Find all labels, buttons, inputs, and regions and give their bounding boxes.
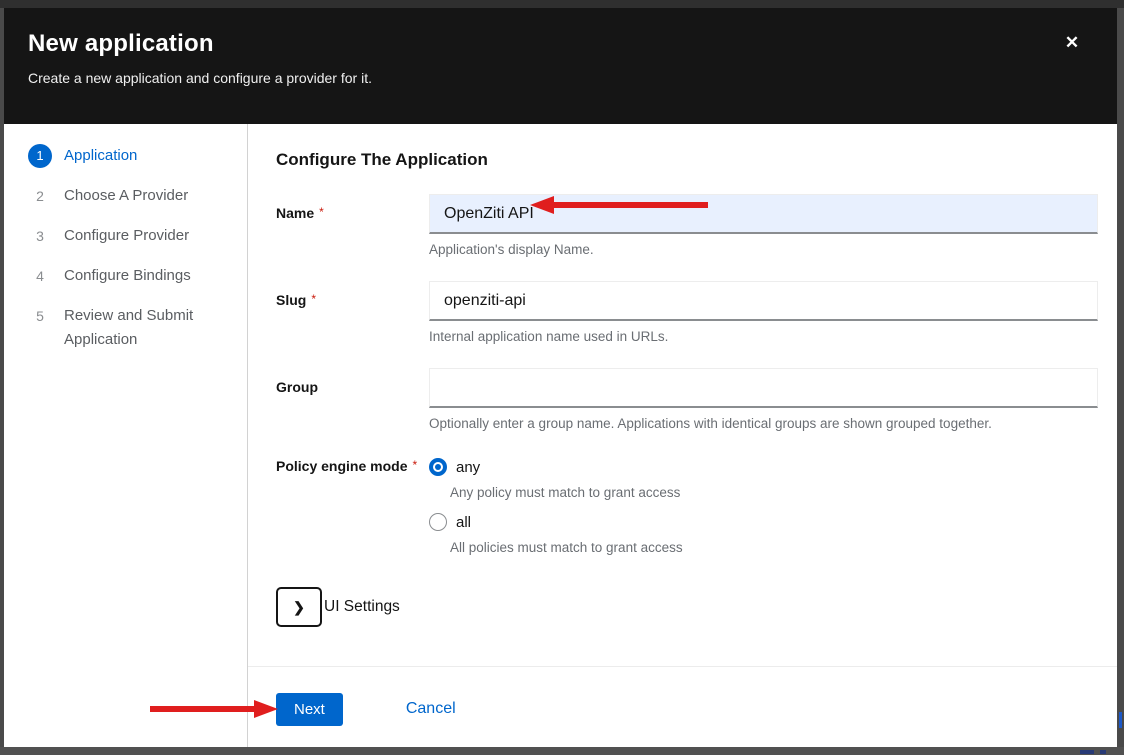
group-label: Group xyxy=(276,379,318,395)
wizard-step-choose-provider[interactable]: 2 Choose A Provider xyxy=(28,184,235,208)
modal-header: New application Create a new application… xyxy=(4,8,1117,124)
main-column: Configure The Application Name * Applicat… xyxy=(248,124,1117,747)
radio-selected-icon[interactable] xyxy=(429,458,447,476)
ui-settings-label: UI Settings xyxy=(324,598,400,616)
group-helper-text: Optionally enter a group name. Applicati… xyxy=(429,416,1098,431)
group-field[interactable] xyxy=(429,368,1098,408)
slug-field[interactable] xyxy=(429,281,1098,321)
policy-mode-any-radio[interactable]: any xyxy=(429,455,1098,479)
required-asterisk: * xyxy=(319,205,324,219)
backdrop-speck xyxy=(1080,750,1094,754)
slug-helper-text: Internal application name used in URLs. xyxy=(429,329,1098,344)
step-number: 5 xyxy=(28,304,52,328)
wizard-step-configure-bindings[interactable]: 4 Configure Bindings xyxy=(28,264,235,288)
wizard-step-content: Configure The Application Name * Applicat… xyxy=(248,124,1117,666)
cancel-button[interactable]: Cancel xyxy=(406,693,456,718)
step-label: Configure Provider xyxy=(64,224,189,248)
modal-title: New application xyxy=(28,30,1093,58)
ui-settings-section: ❯ UI Settings xyxy=(276,587,1098,627)
new-application-modal: New application Create a new application… xyxy=(4,8,1117,747)
wizard-step-configure-provider[interactable]: 3 Configure Provider xyxy=(28,224,235,248)
step-number: 3 xyxy=(28,224,52,248)
step-label: Review and Submit Application xyxy=(64,304,214,352)
backdrop-top-strip xyxy=(0,0,1124,8)
required-asterisk: * xyxy=(311,292,316,306)
step-number: 4 xyxy=(28,264,52,288)
modal-subtitle: Create a new application and configure a… xyxy=(28,70,1093,86)
form-group-group: Group Optionally enter a group name. App… xyxy=(276,368,1098,431)
backdrop-speck xyxy=(1100,750,1106,754)
chevron-right-icon[interactable]: ❯ xyxy=(276,587,322,627)
radio-all-label: all xyxy=(456,514,471,531)
close-icon[interactable]: ✕ xyxy=(1061,32,1083,54)
required-asterisk: * xyxy=(412,458,417,472)
wizard-step-application[interactable]: 1 Application xyxy=(28,144,235,168)
name-label: Name xyxy=(276,205,314,221)
form-group-name: Name * Application's display Name. xyxy=(276,194,1098,257)
step-label: Configure Bindings xyxy=(64,264,191,288)
name-field[interactable] xyxy=(429,194,1098,234)
policy-engine-mode-label: Policy engine mode xyxy=(276,458,407,474)
wizard-step-review-submit[interactable]: 5 Review and Submit Application xyxy=(28,304,235,352)
modal-footer: Next Cancel xyxy=(248,666,1117,747)
form-group-policy-engine-mode: Policy engine mode * any Any policy must … xyxy=(276,455,1098,565)
backdrop-right-sliver xyxy=(1119,712,1122,728)
step-label: Application xyxy=(64,144,137,168)
step-label: Choose A Provider xyxy=(64,184,188,208)
radio-all-helper-text: All policies must match to grant access xyxy=(450,540,1098,555)
wizard-step-nav: 1 Application 2 Choose A Provider 3 Conf… xyxy=(4,124,248,747)
slug-label: Slug xyxy=(276,292,306,308)
policy-mode-all-radio[interactable]: all xyxy=(429,510,1098,534)
step-number: 2 xyxy=(28,184,52,208)
radio-any-label: any xyxy=(456,459,480,476)
name-helper-text: Application's display Name. xyxy=(429,242,1098,257)
radio-any-helper-text: Any policy must match to grant access xyxy=(450,485,1098,500)
step-number: 1 xyxy=(28,144,52,168)
modal-body: 1 Application 2 Choose A Provider 3 Conf… xyxy=(4,124,1117,747)
form-group-slug: Slug * Internal application name used in … xyxy=(276,281,1098,344)
next-button[interactable]: Next xyxy=(276,693,343,726)
backdrop-bottom-strip xyxy=(0,747,1124,755)
radio-unselected-icon[interactable] xyxy=(429,513,447,531)
page-title: Configure The Application xyxy=(276,150,1098,170)
